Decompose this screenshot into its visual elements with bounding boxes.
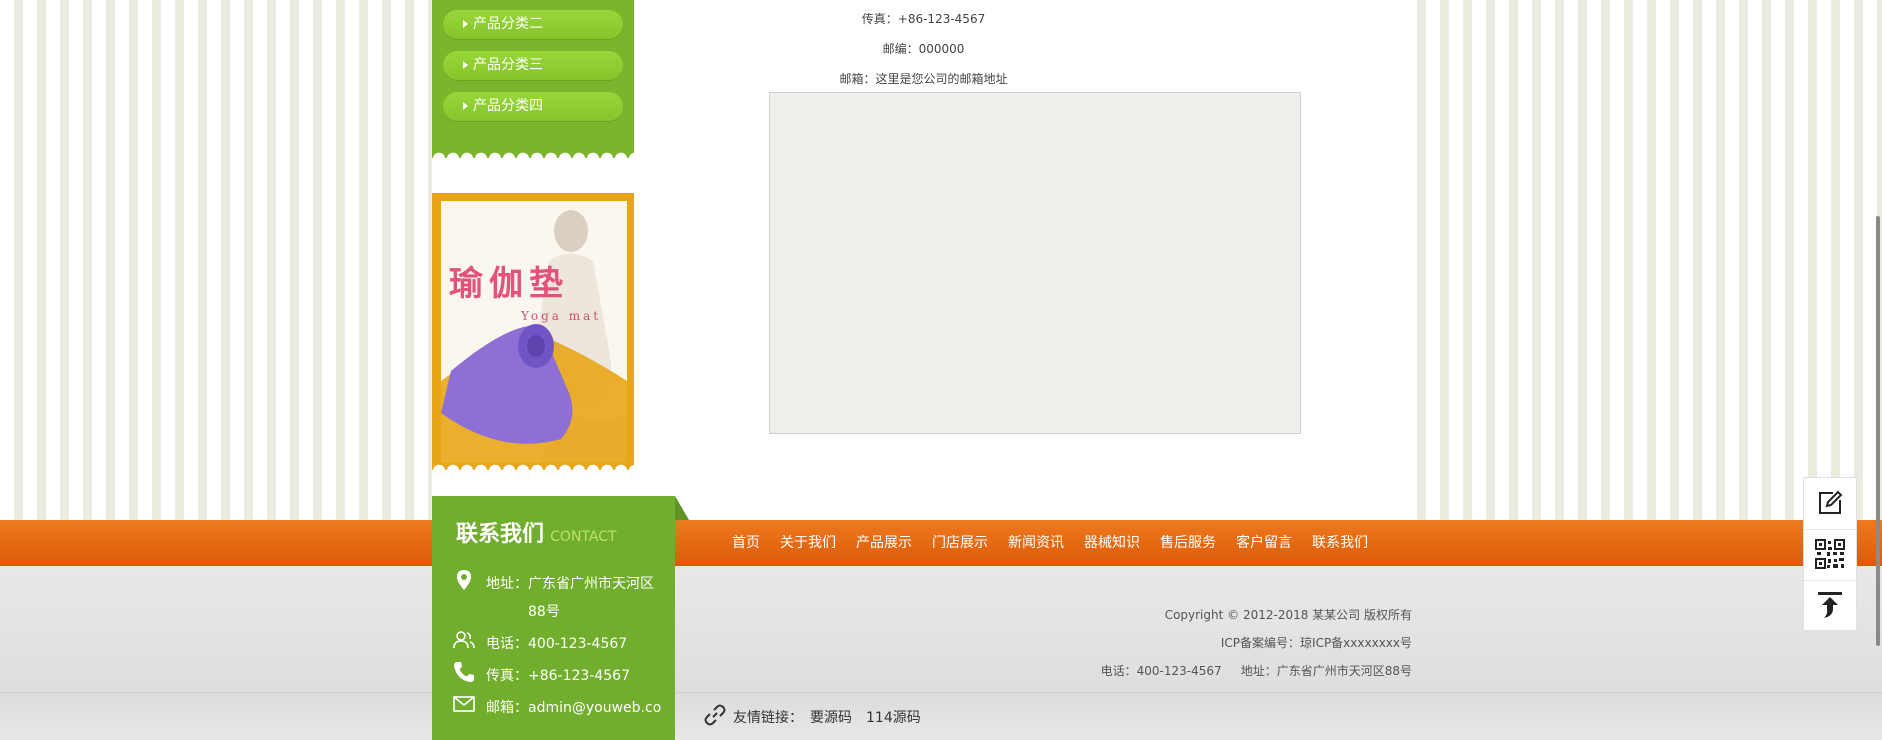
category-label: 产品分类三 xyxy=(473,57,543,73)
qrcode-button[interactable] xyxy=(1804,529,1856,581)
contact-box-title-en: CONTACT xyxy=(550,529,617,545)
ad-title: 瑜伽垫 xyxy=(449,264,569,304)
email-label: 邮箱： xyxy=(486,700,528,716)
category-item[interactable]: 产品分类三 xyxy=(443,51,623,80)
yoga-figure-image xyxy=(441,210,627,463)
phone-value: 400-123-4567 xyxy=(528,636,628,652)
link-icon xyxy=(704,704,726,726)
category-item[interactable]: 产品分类二 xyxy=(443,10,623,39)
nav-item-service[interactable]: 售后服务 xyxy=(1160,520,1216,566)
address-label: 地址： xyxy=(486,576,528,592)
nav-item-stores[interactable]: 门店展示 xyxy=(932,520,988,566)
ad-image[interactable]: 瑜伽垫 Yoga mat xyxy=(441,201,627,463)
fax-label: 传真： xyxy=(486,668,528,684)
triangle-right-icon xyxy=(463,20,468,28)
footer: Copyright © 2012-2018 某某公司 版权所有 ICP备案编号：… xyxy=(0,566,1882,692)
copyright-text: Copyright © 2012-2018 某某公司 版权所有 xyxy=(1164,608,1412,622)
map[interactable] xyxy=(769,92,1301,434)
phone-icon xyxy=(454,662,474,682)
nav-item-contact[interactable]: 联系我们 xyxy=(1312,520,1368,566)
location-icon xyxy=(457,570,471,590)
triangle-right-icon xyxy=(463,102,468,110)
friend-links-bar: 友情链接： 要源码 114源码 xyxy=(0,692,1882,740)
ad-panel[interactable]: 瑜伽垫 Yoga mat xyxy=(432,193,634,471)
contact-box-title: 联系我们 xyxy=(456,522,545,547)
product-category-sidebar: 产品分类二 产品分类三 产品分类四 xyxy=(432,0,634,159)
nav-item-news[interactable]: 新闻资讯 xyxy=(1008,520,1064,566)
user-icon xyxy=(453,631,475,649)
nav-item-messages[interactable]: 客户留言 xyxy=(1236,520,1292,566)
footer-nav-bar: 首页 关于我们 产品展示 门店展示 新闻资讯 器械知识 售后服务 客户留言 联系… xyxy=(0,520,1882,566)
nav-item-products[interactable]: 产品展示 xyxy=(856,520,912,566)
email-value: admin@youweb.co xyxy=(528,700,662,716)
ad-subtitle: Yoga mat xyxy=(521,309,602,323)
qrcode-icon xyxy=(1815,539,1845,569)
nav-item-equipment[interactable]: 器械知识 xyxy=(1084,520,1140,566)
category-label: 产品分类二 xyxy=(473,16,543,32)
phone-label: 电话： xyxy=(486,636,528,652)
back-to-top-icon xyxy=(1818,592,1842,618)
nav-item-home[interactable]: 首页 xyxy=(732,520,760,566)
category-label: 产品分类四 xyxy=(473,98,543,114)
back-to-top-button[interactable] xyxy=(1804,580,1856,631)
contact-box-notch xyxy=(675,496,689,520)
floating-toolbar xyxy=(1803,477,1857,631)
icp-text: ICP备案编号：琼ICP备xxxxxxxx号 xyxy=(1220,636,1412,650)
footer-contact-text: 电话：400-123-4567 地址：广东省广州市天河区88号 xyxy=(1100,664,1412,678)
address-value: 广东省广州市天河区 xyxy=(528,576,654,592)
contact-box: 联系我们 CONTACT 地址：广东省广州市天河区 88号 电话：400-123… xyxy=(432,496,675,740)
fax-value: +86-123-4567 xyxy=(528,668,630,684)
triangle-right-icon xyxy=(463,61,468,69)
friend-link[interactable]: 要源码 xyxy=(810,707,852,727)
mail-icon xyxy=(453,696,475,712)
nav-item-about[interactable]: 关于我们 xyxy=(780,520,836,566)
friend-link[interactable]: 114源码 xyxy=(866,707,921,727)
feedback-button[interactable] xyxy=(1804,478,1856,530)
edit-icon xyxy=(1819,490,1843,514)
scrollbar-thumb[interactable] xyxy=(1876,216,1880,646)
address-value-cont: 88号 xyxy=(528,604,560,620)
friend-links-label: 友情链接： xyxy=(733,710,803,726)
category-item[interactable]: 产品分类四 xyxy=(443,92,623,121)
